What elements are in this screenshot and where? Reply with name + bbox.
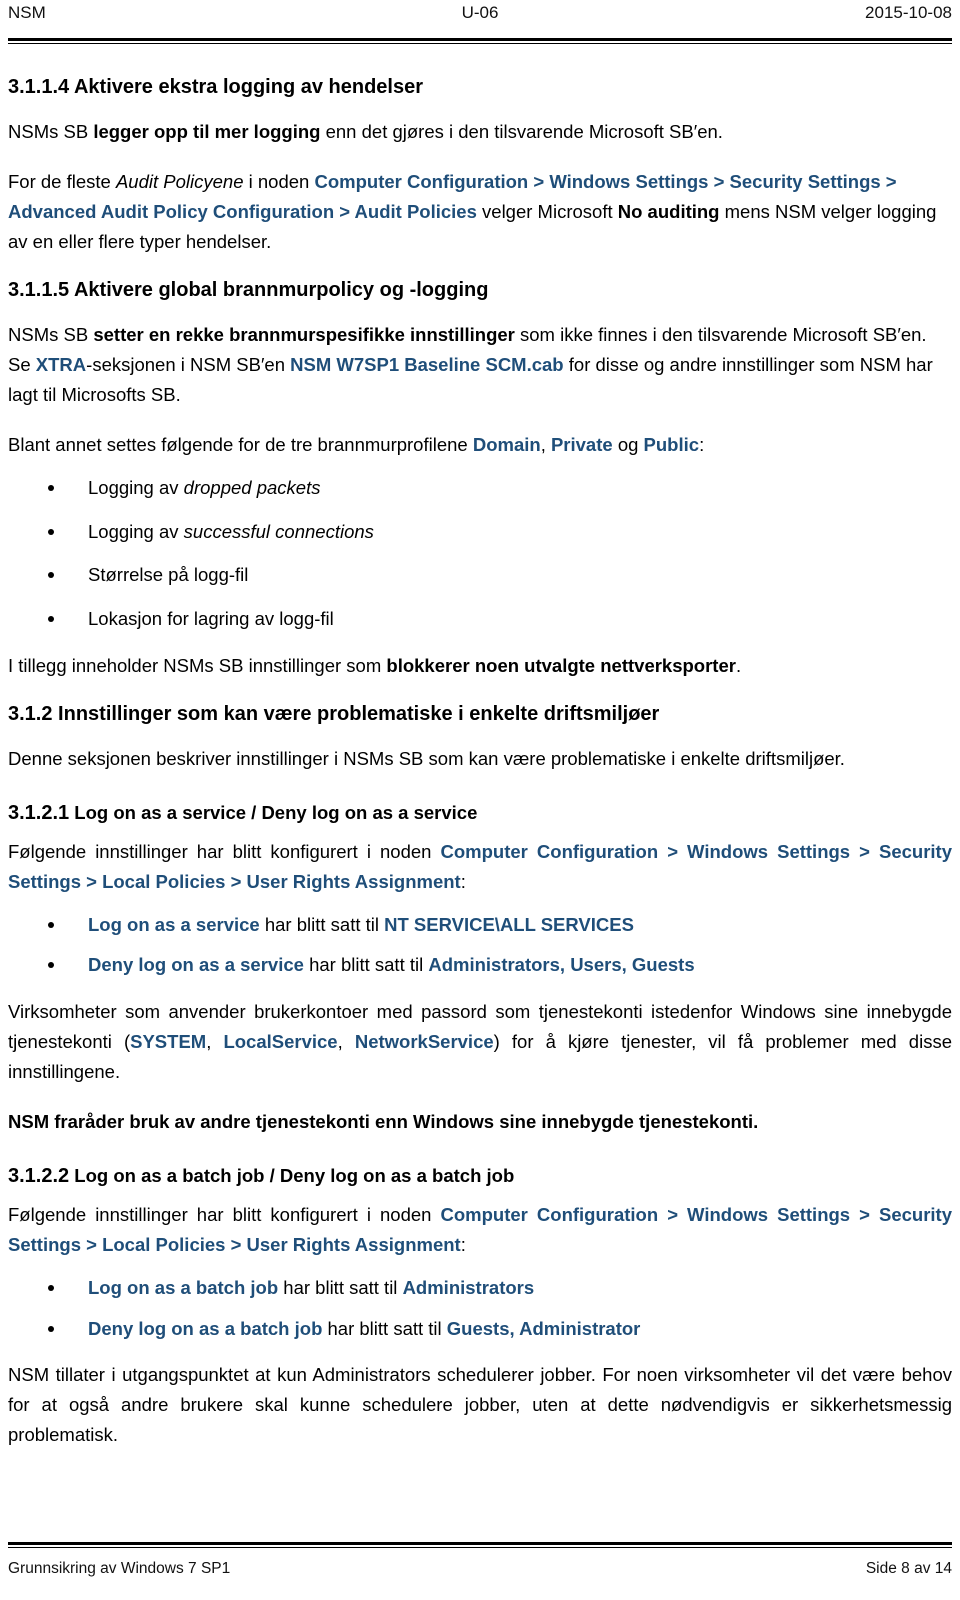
footer-page-number: Side 8 av 14: [865, 1560, 952, 1577]
text-fragment: :: [699, 433, 705, 455]
profile-domain-blue: Domain: [472, 433, 541, 455]
heading-3-1-2: 3.1.2 Innstillinger som kan være problem…: [8, 702, 660, 725]
document-body: 3.1.1.4 Aktivere ekstra logging av hende…: [8, 44, 952, 1450]
heading-number: 3.1.2.1: [8, 801, 70, 824]
document-footer: Grunnsikring av Windows 7 SP1 Side 8 av …: [8, 1542, 952, 1582]
list-item-mid: har blitt satt til: [322, 1317, 447, 1339]
list-item: Log on as a batch job har blitt satt til…: [8, 1274, 952, 1302]
text-fragment: I tillegg inneholder NSMs SB innstilling…: [8, 654, 387, 676]
account-system-blue: SYSTEM: [130, 1031, 207, 1053]
text-fragment: og: [612, 433, 644, 455]
text-fragment: For de fleste: [8, 170, 116, 192]
paragraph-nsm-recommendation: NSM fraråder bruk av andre tjenestekonti…: [8, 1111, 759, 1133]
paragraph-3-1-1-5-intro: NSMs SB setter en rekke brannmurspesifik…: [8, 320, 952, 410]
account-networkservice-blue: NetworkService: [354, 1031, 494, 1053]
heading-text: Log on as a service / Deny log on as a s…: [69, 801, 478, 823]
list-item: Log on as a service har blitt satt til N…: [8, 911, 952, 939]
setting-name-blue: Log on as a service: [88, 913, 260, 935]
heading-3-1-1-4: 3.1.1.4 Aktivere ekstra logging av hende…: [8, 76, 423, 98]
list-item-italic: successful connections: [183, 520, 374, 542]
account-localservice-blue: LocalService: [223, 1031, 338, 1053]
header-right-date: 2015-10-08: [865, 3, 952, 22]
setting-value-blue: Administrators, Users, Guests: [428, 954, 695, 976]
list-item: Logging av dropped packets: [8, 474, 952, 502]
list-item: Størrelse på logg-fil: [8, 561, 952, 589]
text-fragment: ,: [206, 1031, 224, 1053]
list-item: Deny log on as a batch job har blitt sat…: [8, 1315, 952, 1343]
text-italic-fragment: Audit Policyene: [115, 170, 244, 192]
header-center-label: U-06: [461, 3, 499, 22]
setting-value-blue: NT SERVICE\ALL SERVICES: [384, 913, 634, 935]
setting-value-blue: Guests, Administrator: [446, 1317, 641, 1339]
paragraph-3-1-2-2-node-path: Følgende innstillinger har blitt konfigu…: [8, 1200, 952, 1260]
list-item-mid: har blitt satt til: [278, 1276, 403, 1298]
list-item-lead: Størrelse på logg-fil: [88, 564, 249, 586]
xtra-reference-blue: XTRA: [35, 353, 87, 375]
text-fragment: NSMs SB: [8, 121, 94, 142]
heading-number: 3.1.2.2: [8, 1165, 70, 1187]
paragraph-blocked-ports: I tillegg inneholder NSMs SB innstilling…: [8, 651, 952, 681]
setting-name-blue: Log on as a batch job: [88, 1276, 279, 1298]
paragraph-scheduling-note: NSM tillater i utgangspunktet at kun Adm…: [8, 1364, 952, 1446]
text-bold-fragment: setter en rekke brannmurspesifikke innst…: [93, 323, 515, 345]
paragraph-service-accounts: Virksomheter som anvender brukerkontoer …: [8, 997, 952, 1087]
text-fragment: .: [735, 654, 742, 676]
text-fragment: NSMs SB: [8, 323, 94, 345]
text-fragment: :: [460, 870, 466, 892]
profile-public-blue: Public: [643, 433, 700, 455]
list-item-lead: Logging av: [88, 520, 184, 542]
firewall-settings-list: Logging av dropped packets Logging av su…: [8, 474, 952, 633]
footer-divider-rule: [8, 1542, 952, 1548]
heading-3-1-1-5: 3.1.1.5 Aktivere global brannmurpolicy o…: [8, 278, 489, 301]
list-item: Lokasjon for lagring av logg-fil: [8, 605, 952, 633]
paragraph-3-1-2-intro: Denne seksjonen beskriver innstillinger …: [8, 747, 845, 769]
document-page: NSM U-06 2015-10-08 3.1.1.4 Aktivere eks…: [0, 0, 960, 1600]
paragraph-3-1-2-1-node-path: Følgende innstillinger har blitt konfigu…: [8, 837, 952, 897]
setting-name-blue: Deny log on as a service: [88, 954, 304, 976]
batch-job-rights-list: Log on as a batch job har blitt satt til…: [8, 1274, 952, 1343]
paragraph-3-1-1-4-audit-policy: For de fleste Audit Policyene i noden Co…: [8, 167, 952, 257]
paragraph-firewall-profiles: Blant annet settes følgende for de tre b…: [8, 430, 952, 460]
text-fragment: Blant annet settes følgende for de tre b…: [8, 433, 473, 455]
document-header: NSM U-06 2015-10-08: [8, 0, 952, 38]
setting-value-blue: Administrators: [402, 1276, 535, 1298]
list-item-lead: Lokasjon for lagring av logg-fil: [88, 608, 334, 629]
text-fragment: ,: [337, 1031, 355, 1053]
text-fragment: velger Microsoft: [476, 200, 618, 222]
setting-name-blue: Deny log on as a batch job: [88, 1317, 323, 1339]
list-item: Logging av successful connections: [8, 518, 952, 546]
heading-text: Log on as a batch job / Deny log on as a…: [69, 1165, 515, 1186]
list-item-lead: Logging av: [88, 476, 184, 498]
footer-title: Grunnsikring av Windows 7 SP1: [8, 1560, 231, 1577]
list-item: Deny log on as a service har blitt satt …: [8, 951, 952, 979]
text-fragment: -seksjonen i NSM SB′en: [86, 353, 291, 375]
text-fragment: Følgende innstillinger har blitt konfigu…: [8, 1204, 441, 1225]
text-bold-fragment: No auditing: [617, 200, 720, 222]
text-bold-fragment: legger opp til mer logging: [93, 121, 321, 142]
list-item-italic: dropped packets: [183, 476, 321, 498]
profile-private-blue: Private: [550, 433, 613, 455]
list-item-mid: har blitt satt til: [303, 954, 429, 976]
paragraph-3-1-1-4-intro: NSMs SB legger opp til mer logging enn d…: [8, 117, 952, 147]
text-bold-fragment: blokkerer noen utvalgte nettverksporter: [386, 654, 736, 676]
list-item-mid: har blitt satt til: [259, 913, 385, 935]
service-rights-list: Log on as a service har blitt satt til N…: [8, 911, 952, 980]
heading-3-1-2-1: 3.1.2.1 Log on as a service / Deny log o…: [8, 800, 952, 827]
text-fragment: i noden: [243, 170, 315, 192]
text-fragment: enn det gjøres i den tilsvarende Microso…: [320, 121, 723, 142]
heading-3-1-2-2: 3.1.2.2 Log on as a batch job / Deny log…: [8, 1163, 952, 1190]
text-fragment: :: [460, 1233, 466, 1255]
text-fragment: Følgende innstillinger har blitt konfigu…: [8, 840, 441, 862]
text-fragment: ,: [540, 433, 551, 455]
footer-row: Grunnsikring av Windows 7 SP1 Side 8 av …: [8, 1560, 952, 1582]
cab-file-reference-blue: NSM W7SP1 Baseline SCM.cab: [290, 353, 564, 375]
